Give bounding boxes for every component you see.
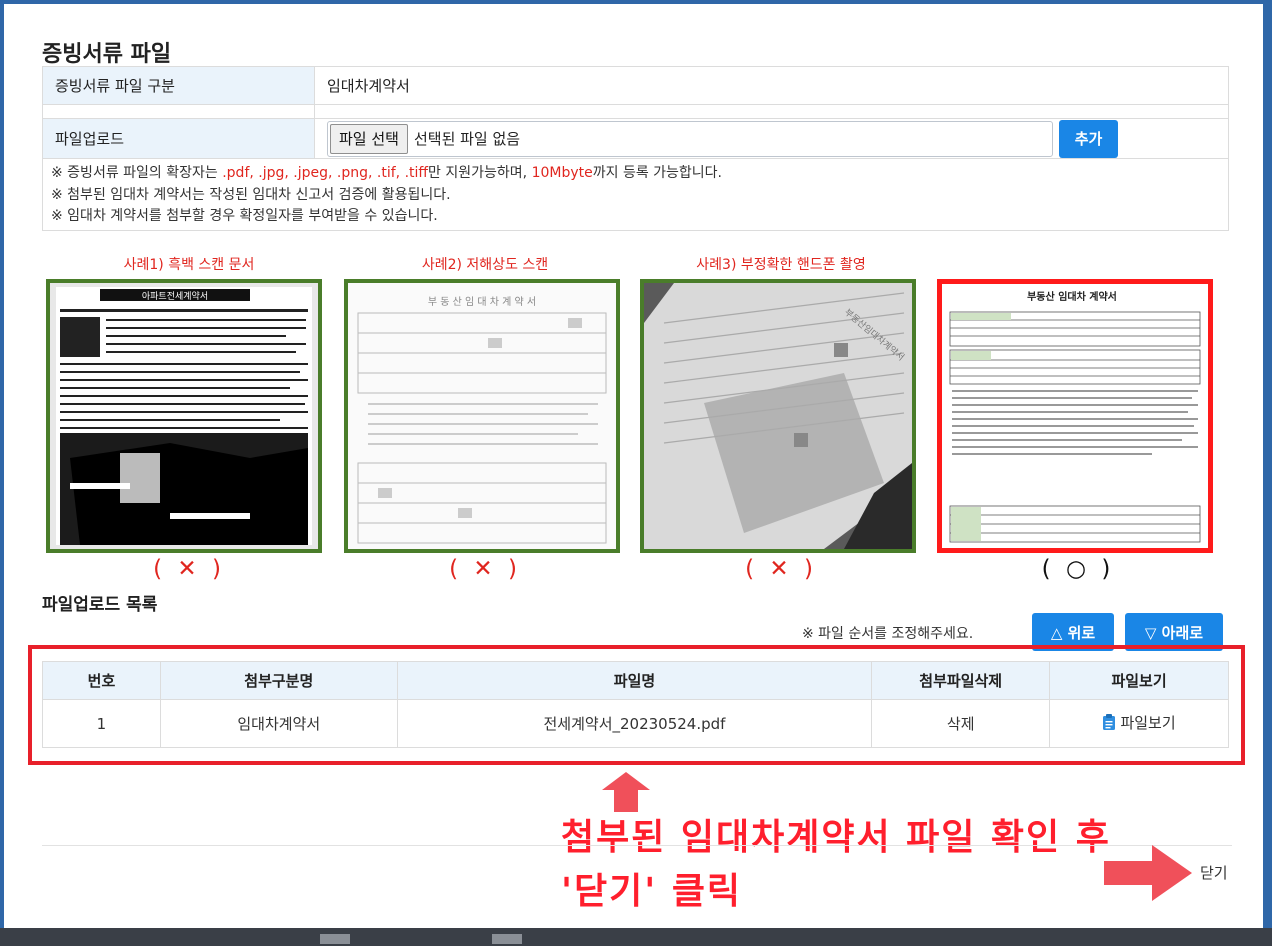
file-input[interactable]: 파일 선택 선택된 파일 없음 bbox=[327, 120, 1053, 157]
notes: ※ 증빙서류 파일의 확장자는 .pdf, .jpg, .jpeg, .png,… bbox=[43, 159, 730, 230]
sample-mark-4: ( ○ ) bbox=[1041, 556, 1115, 582]
sample-image-low-res: 부 동 산 임 대 차 계 약 서 bbox=[344, 279, 620, 553]
cell-no: 1 bbox=[42, 699, 161, 748]
right-arrow-icon bbox=[1104, 845, 1192, 905]
note-verification: ※ 첨부된 임대차 계약서는 작성된 임대차 신고서 검증에 활용됩니다. bbox=[51, 186, 451, 203]
order-hint: ※ 파일 순서를 조정해주세요. bbox=[802, 626, 974, 642]
sample-mark-1: ( ✕ ) bbox=[153, 556, 225, 582]
clipboard-icon bbox=[1102, 713, 1116, 735]
cell-filename: 전세계약서_20230524.pdf bbox=[396, 699, 873, 748]
upload-row: 파일업로드 파일 선택 선택된 파일 없음 추가 bbox=[43, 119, 1228, 159]
annotation-line-2: '닫기' 클릭 bbox=[561, 871, 743, 912]
sample-image-bw-scan: 아파트전세계약서 bbox=[46, 279, 322, 553]
note-extension: ※ 증빙서류 파일의 확장자는 .pdf, .jpg, .jpeg, .png,… bbox=[51, 165, 723, 181]
close-button[interactable]: 닫기 bbox=[1200, 862, 1228, 883]
category-row: 증빙서류 파일 구분 임대차계약서 bbox=[43, 67, 1228, 105]
category-label: 증빙서류 파일 구분 bbox=[43, 67, 315, 104]
sample-caption-1: 사례1) 흑백 스캔 문서 bbox=[123, 257, 255, 273]
notes-row: ※ 증빙서류 파일의 확장자는 .pdf, .jpg, .jpeg, .png,… bbox=[43, 159, 1228, 230]
background-square bbox=[492, 934, 522, 944]
col-header-view: 파일보기 bbox=[1049, 661, 1229, 700]
cell-category: 임대차계약서 bbox=[159, 699, 398, 748]
category-value: 임대차계약서 bbox=[327, 77, 410, 95]
sample-doc-title-1: 아파트전세계약서 bbox=[142, 290, 208, 302]
view-file-cell[interactable]: 파일보기 bbox=[1049, 699, 1229, 748]
col-header-category: 첨부구분명 bbox=[159, 661, 398, 700]
section-title: 증빙서류 파일 bbox=[42, 42, 172, 67]
upload-list-title: 파일업로드 목록 bbox=[42, 595, 158, 615]
upload-value: 파일 선택 선택된 파일 없음 추가 bbox=[315, 119, 1228, 158]
sample-doc-title-4: 부동산 임대차 계약서 bbox=[1027, 290, 1117, 303]
sample-mark-3: ( ✕ ) bbox=[745, 556, 817, 582]
table-header-row: 번호 첨부구분명 파일명 첨부파일삭제 파일보기 bbox=[42, 661, 1229, 700]
file-status: 선택된 파일 없음 bbox=[413, 130, 521, 148]
sample-image-good: 부동산 임대차 계약서 bbox=[937, 279, 1213, 553]
upload-file-table: 번호 첨부구분명 파일명 첨부파일삭제 파일보기 1 임대차계약서 전세계약서_… bbox=[42, 661, 1229, 748]
file-form-table: 증빙서류 파일 구분 임대차계약서 파일업로드 파일 선택 선택된 파일 없음 … bbox=[42, 66, 1229, 231]
choose-file-button[interactable]: 파일 선택 bbox=[330, 123, 408, 154]
sample-doc-title-2: 부 동 산 임 대 차 계 약 서 bbox=[428, 295, 536, 308]
col-header-no: 번호 bbox=[42, 661, 161, 700]
sample-mark-2: ( ✕ ) bbox=[449, 556, 521, 582]
note-confirmation-date: ※ 임대차 계약서를 첨부할 경우 확정일자를 부여받을 수 있습니다. bbox=[51, 208, 438, 224]
footer-divider bbox=[42, 845, 1232, 846]
table-row[interactable]: 1 임대차계약서 전세계약서_20230524.pdf 삭제 파일보기 bbox=[42, 699, 1229, 748]
add-button[interactable]: 추가 bbox=[1059, 119, 1118, 158]
spacer-row bbox=[43, 105, 1228, 119]
col-header-delete: 첨부파일삭제 bbox=[871, 661, 1051, 700]
background-taskbar bbox=[0, 928, 1272, 946]
delete-link[interactable]: 삭제 bbox=[871, 699, 1051, 748]
annotation-line-1: 첨부된 임대차계약서 파일 확인 후 bbox=[561, 817, 1111, 858]
sample-caption-3: 사례3) 부정확한 핸드폰 촬영 bbox=[696, 257, 866, 273]
sample-caption-2: 사례2) 저해상도 스캔 bbox=[421, 257, 549, 273]
view-file-link[interactable]: 파일보기 bbox=[1120, 714, 1175, 732]
evidence-file-modal: 증빙서류 파일 증빙서류 파일 구분 임대차계약서 파일업로드 파일 선택 선택… bbox=[4, 4, 1263, 928]
background-square bbox=[320, 934, 350, 944]
sample-image-phone-photo: 부동산임대차계약서 bbox=[640, 279, 916, 553]
col-header-filename: 파일명 bbox=[396, 661, 873, 700]
upload-label: 파일업로드 bbox=[43, 119, 315, 158]
